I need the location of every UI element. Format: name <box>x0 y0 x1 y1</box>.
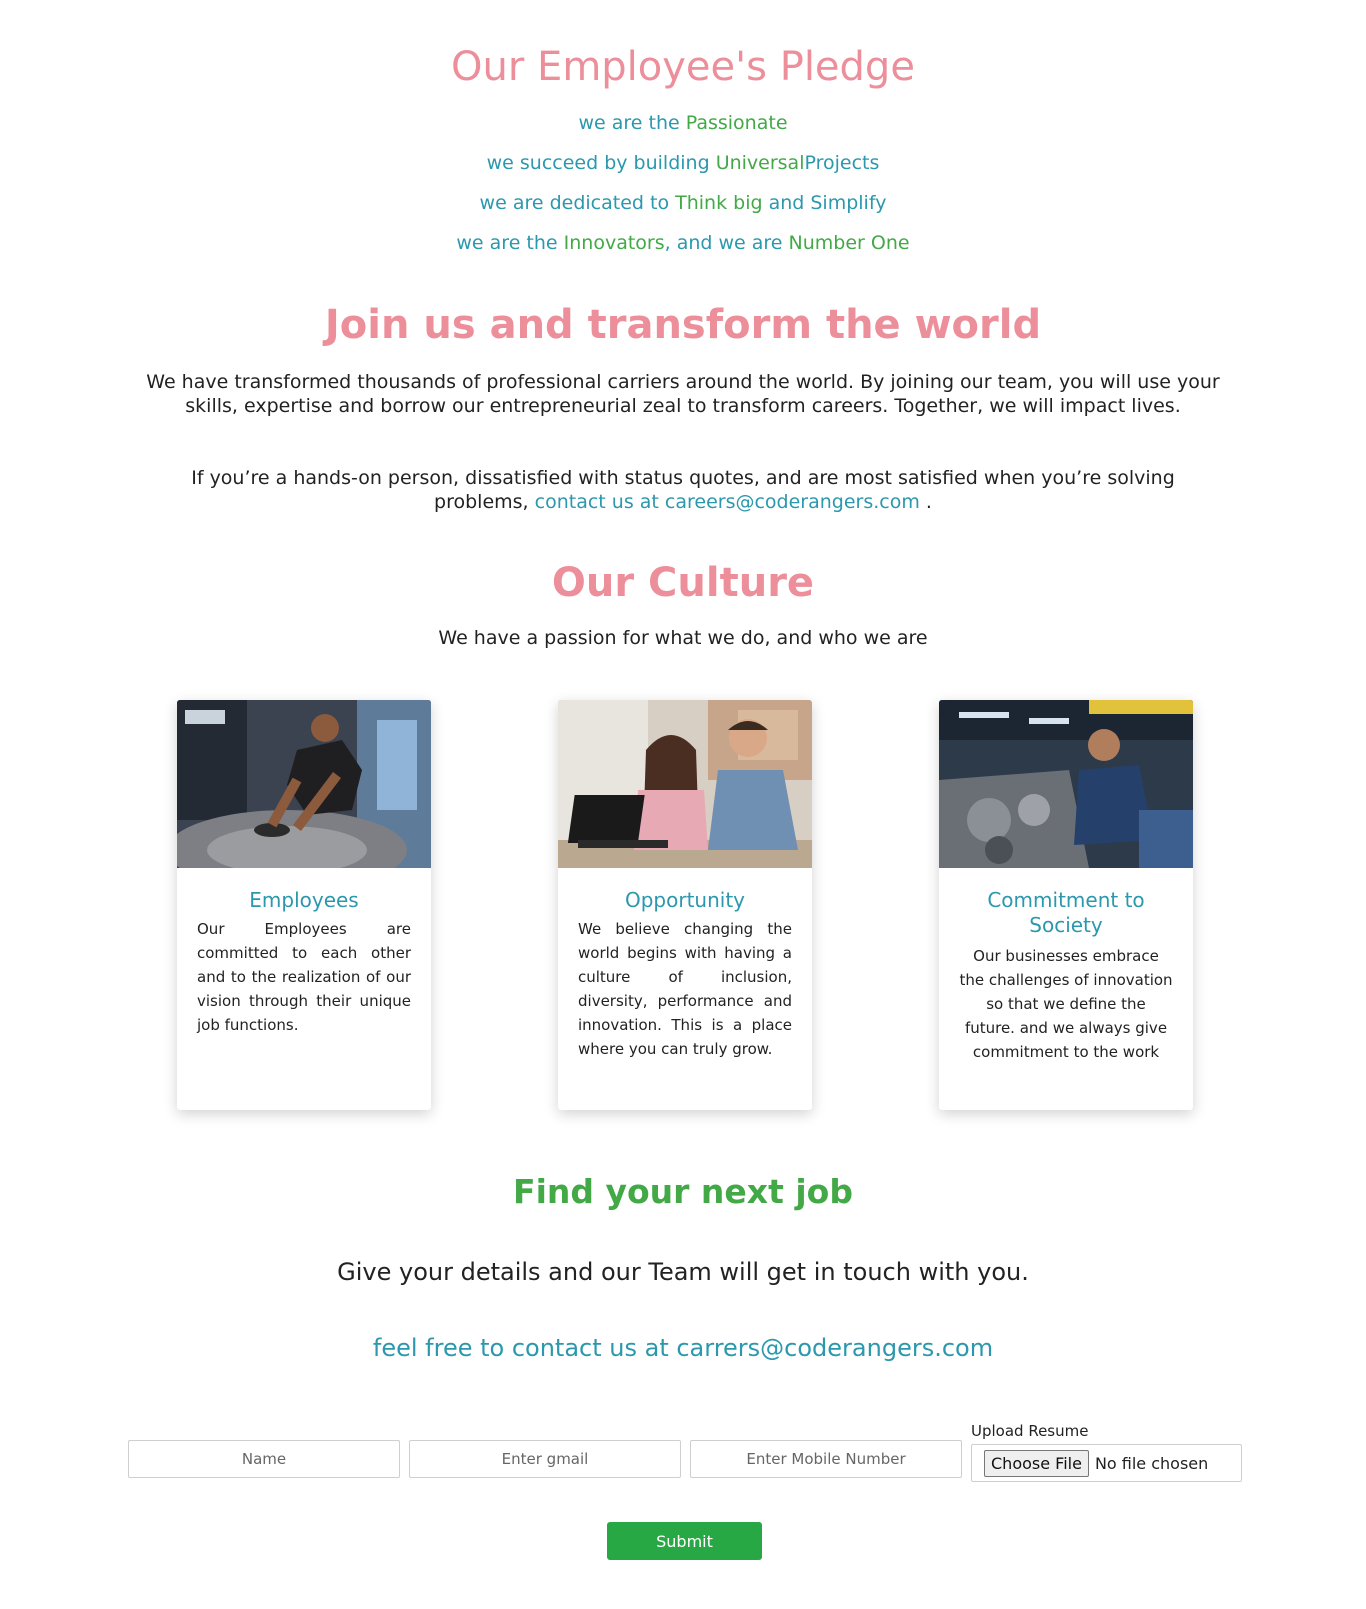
pledge-text: and <box>762 192 811 214</box>
card-title: Opportunity <box>624 888 746 912</box>
culture-title: Our Culture <box>551 560 815 606</box>
pledge-text: Projects <box>804 152 880 174</box>
job-subtitle: Give your details and our Team will get … <box>337 1258 1029 1286</box>
file-status-text: No file chosen <box>1094 1453 1209 1473</box>
pledge-highlight: Passionate <box>685 112 788 134</box>
card-title: Employees <box>249 888 359 912</box>
culture-card-commitment: Commitment to Society Our businesses emb… <box>939 700 1193 1110</box>
card-title: Commitment to Society <box>987 888 1145 937</box>
pledge-text: we are dedicated to <box>479 192 676 214</box>
choose-file-button[interactable]: Choose File <box>984 1449 1089 1477</box>
card-text: Our businesses embrace the challenges of… <box>959 947 1173 1061</box>
pledge-line: we succeed by building UniversalProjects <box>0 152 1366 174</box>
job-title: Find your next job <box>513 1172 853 1211</box>
culture-card-employees: Employees Our Employees are committed to… <box>177 700 431 1110</box>
pledge-text: Simplify <box>810 192 887 214</box>
name-input[interactable] <box>128 1440 400 1478</box>
join-title: Join us and transform the world <box>324 302 1042 348</box>
colleagues-laptop-photo <box>558 700 812 868</box>
pledge-highlight: Universal <box>715 152 805 174</box>
employee-machining-photo <box>177 700 431 868</box>
email-input[interactable] <box>409 1440 681 1478</box>
submit-button[interactable]: Submit <box>607 1522 762 1560</box>
pledge-text: we are the <box>578 112 686 134</box>
culture-card-opportunity: Opportunity We believe changing the worl… <box>558 700 812 1110</box>
careers-email-link[interactable]: contact us at careers@coderangers.com <box>535 491 920 513</box>
join-contact-paragraph: If you’re a hands-on person, dissatisfie… <box>160 466 1206 514</box>
pledge-line: we are the Passionate <box>0 112 1366 134</box>
mobile-input[interactable] <box>690 1440 962 1478</box>
pledge-text: we are the <box>456 232 564 254</box>
card-text: Our Employees are committed to each othe… <box>197 920 411 1034</box>
resume-file-input: Choose File No file chosen <box>971 1444 1242 1482</box>
pledge-line: we are the Innovators, and we are Number… <box>0 232 1366 254</box>
join-paragraph: We have transformed thousands of profess… <box>146 371 1220 417</box>
upload-resume-label: Upload Resume <box>971 1422 1089 1440</box>
card-text: We believe changing the world begins wit… <box>578 920 792 1058</box>
job-contact-text: feel free to contact us at carrers@coder… <box>372 1334 994 1362</box>
pledge-text: we succeed by building <box>486 152 716 174</box>
pledge-highlight: Innovators <box>563 232 665 254</box>
pledge-highlight: Number One <box>788 232 910 254</box>
pledge-text: , and we are <box>664 232 789 254</box>
join-contact-end: . <box>919 491 932 513</box>
pledge-line: we are dedicated to Think big and Simpli… <box>0 192 1366 214</box>
pledge-title: Our Employee's Pledge <box>451 44 915 90</box>
engine-technician-photo <box>939 700 1193 868</box>
culture-subtitle: We have a passion for what we do, and wh… <box>438 627 928 649</box>
pledge-highlight: Think big <box>675 192 763 214</box>
